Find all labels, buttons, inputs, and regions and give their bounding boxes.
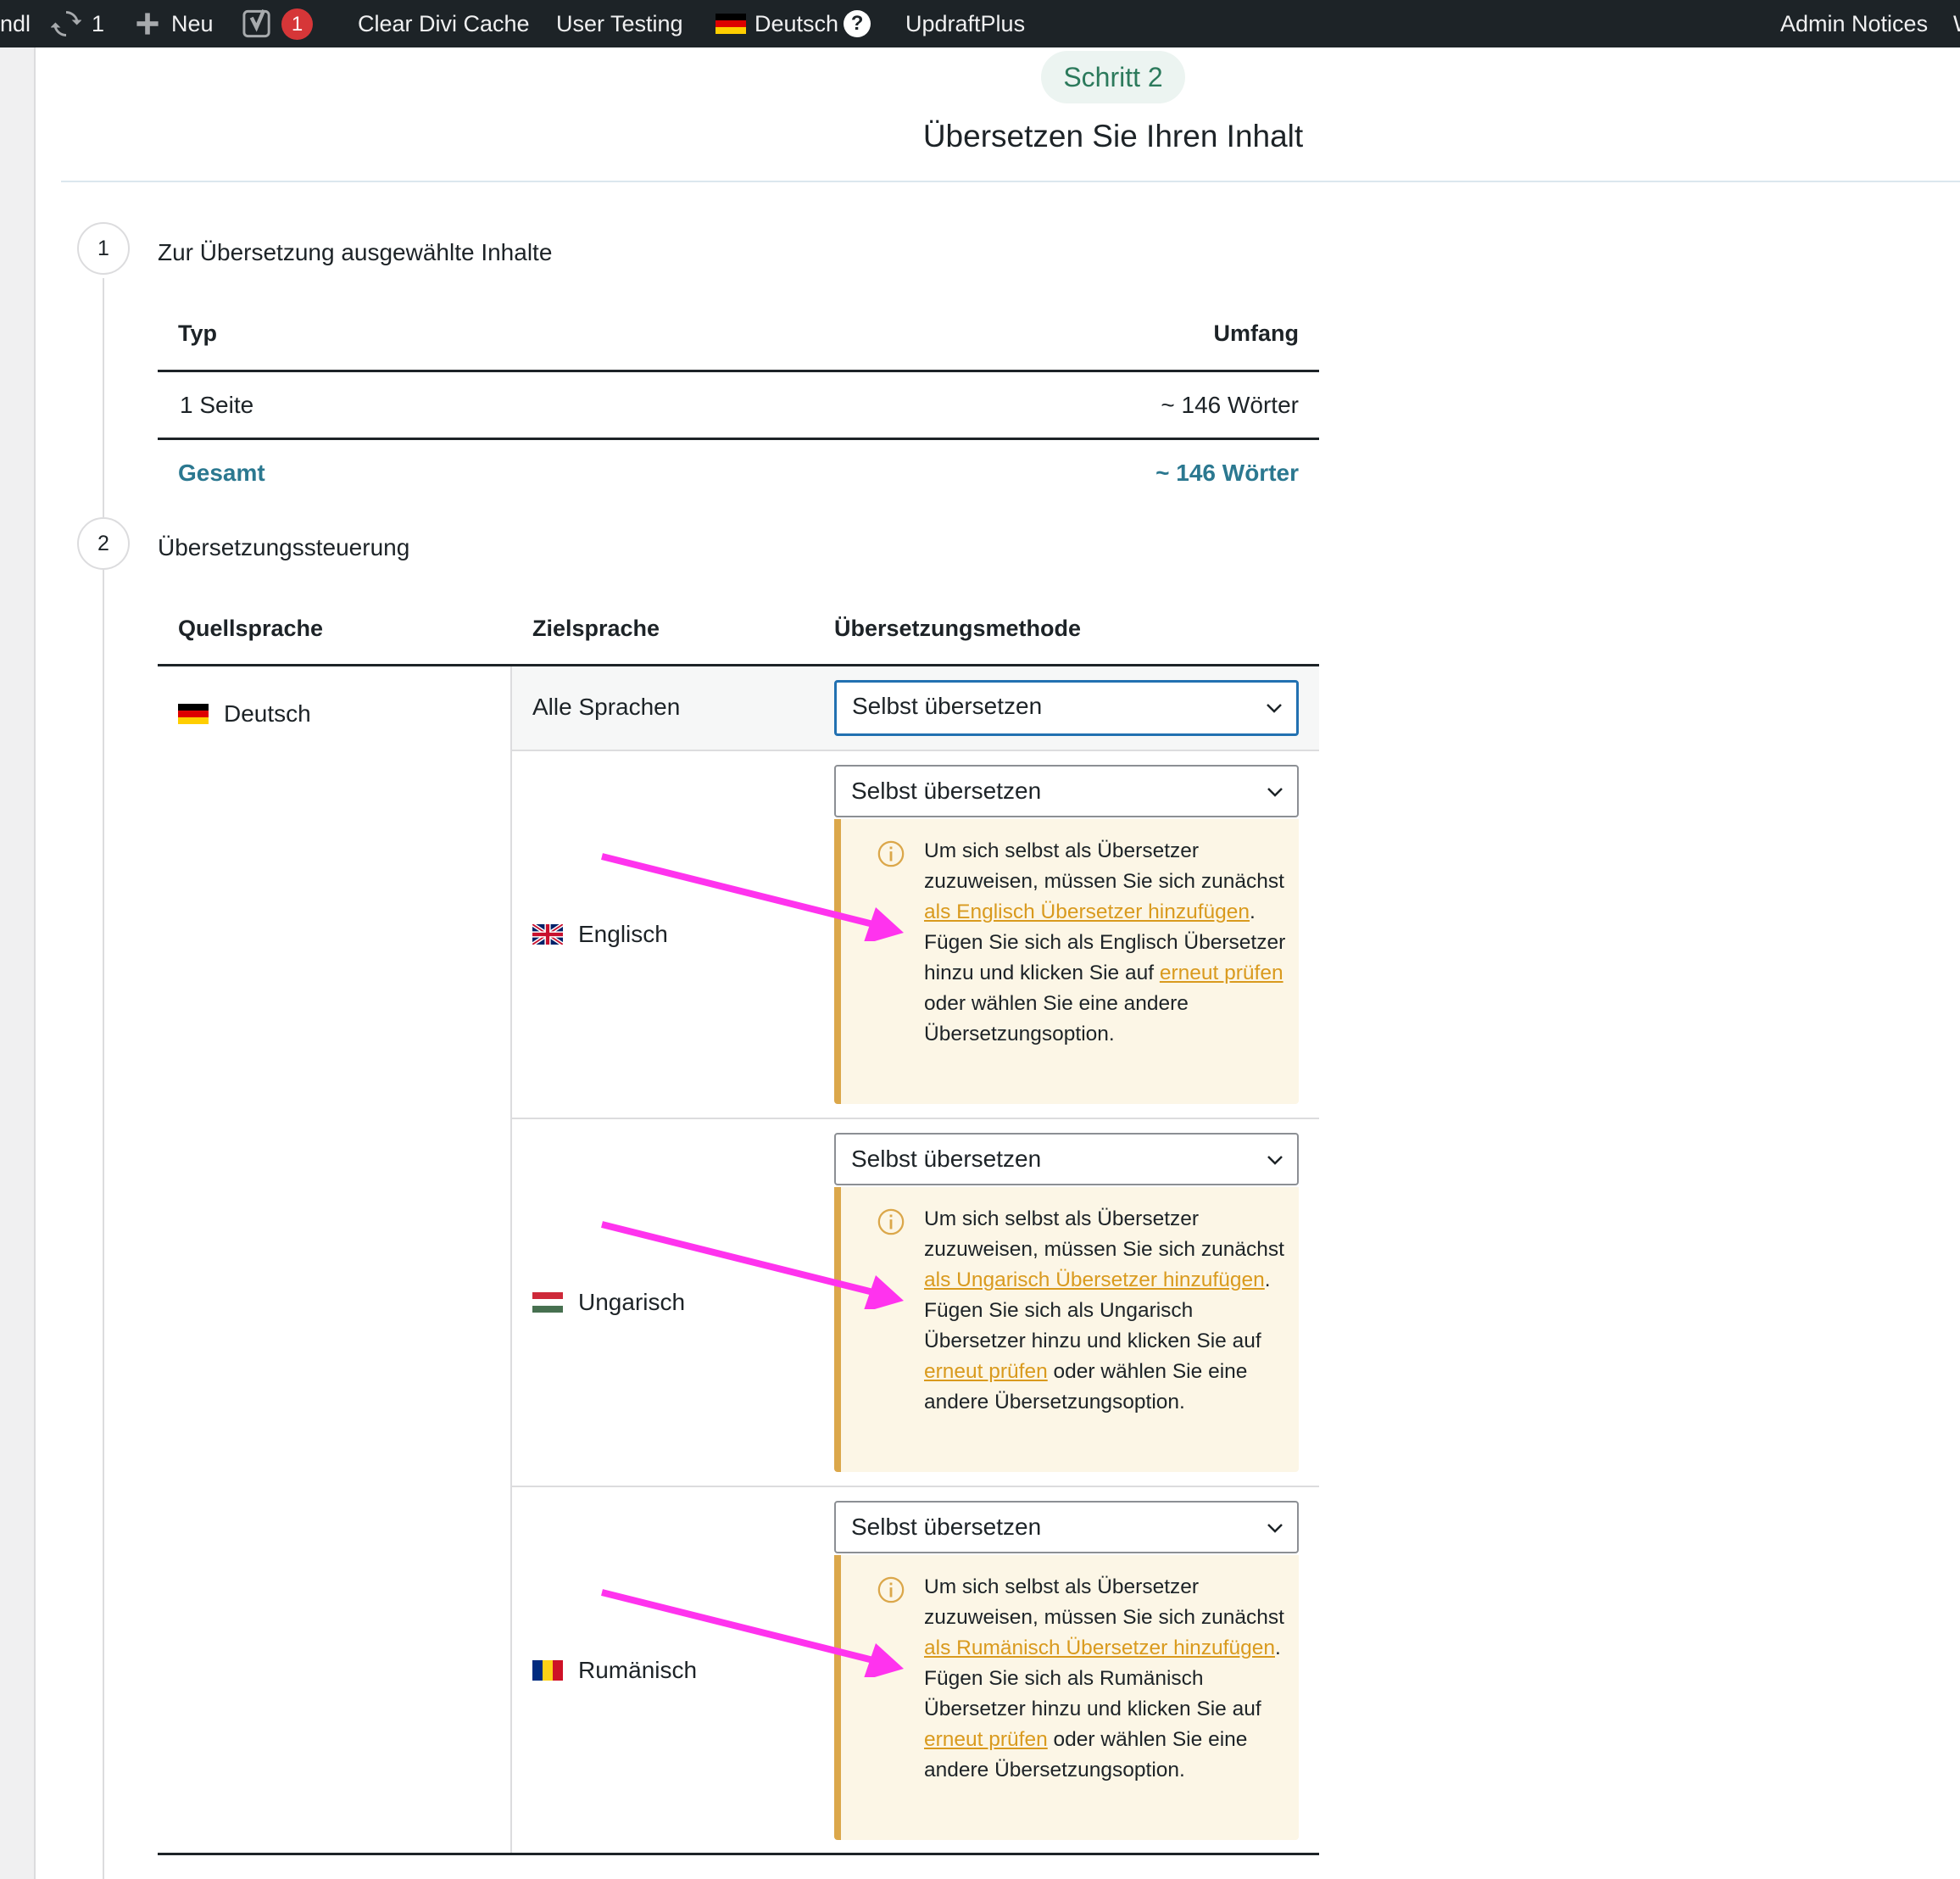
notice-text: Um sich selbst als Übersetzer zuzuweisen… (924, 1572, 1297, 1786)
updraftplus-link[interactable]: UpdraftPlus (905, 0, 1025, 47)
total-label: Gesamt (178, 460, 265, 486)
section-title-translation-control: Übersetzungssteuerung (158, 534, 410, 560)
add-english-translator-link[interactable]: als Englisch Übersetzer hinzufügen (924, 900, 1250, 923)
language-label: Deutsch (754, 11, 839, 36)
arrow-icon (601, 1221, 904, 1309)
all-languages-label: Alle Sprachen (532, 694, 681, 720)
notice-text-3: Fügen Sie sich als Rumänisch Übersetzer … (924, 1667, 1261, 1720)
column-header-method: Übersetzungsmethode (834, 616, 1082, 641)
header-divider (61, 181, 1960, 182)
clear-divi-cache-link[interactable]: Clear Divi Cache (358, 0, 530, 47)
english-method-select[interactable]: Selbst übersetzen (834, 765, 1299, 817)
germany-flag-icon (716, 14, 746, 34)
refresh-icon (51, 8, 81, 39)
step-number-1: 1 (77, 222, 130, 275)
admin-bar-language[interactable]: Deutsch ? (716, 0, 871, 47)
column-header-target-language: Zielsprache (532, 616, 660, 641)
notice-text-2: . (1275, 1636, 1281, 1659)
admin-bar: ndl 1 Neu 1 Clear Divi Cache User Testin… (0, 0, 1960, 47)
yoast-icon (242, 8, 273, 40)
admin-sidebar-edge (0, 47, 36, 1879)
total-value: ~ 146 Wörter (1155, 460, 1299, 486)
recheck-link[interactable]: erneut prüfen (1160, 962, 1283, 984)
germany-flag-icon (178, 704, 224, 724)
arrow-icon (601, 1589, 904, 1677)
column-header-source-language: Quellsprache (178, 616, 324, 641)
plus-icon (136, 12, 159, 36)
arrow-icon (601, 853, 904, 941)
select-value: Selbst übersetzen (851, 1146, 1042, 1172)
updates-count: 1 (92, 11, 105, 36)
table-header-rule (158, 370, 1319, 372)
source-language: Deutsch (178, 700, 311, 728)
section-title-content: Zur Übersetzung ausgewählte Inhalte (158, 239, 553, 265)
row-scope: ~ 146 Wörter (1161, 392, 1299, 418)
row-divider (512, 1486, 1319, 1487)
row-divider (512, 750, 1319, 751)
romania-flag-icon (532, 1660, 578, 1681)
step-number-2: 2 (77, 517, 130, 570)
admin-bar-updates[interactable]: 1 (51, 0, 104, 47)
notice-text: Um sich selbst als Übersetzer zuzuweisen… (924, 836, 1297, 1050)
uk-flag-icon (532, 924, 578, 945)
seo-notification-badge: 1 (281, 8, 313, 40)
step-pill: Schritt 2 (1041, 51, 1185, 103)
admin-bar-overflow[interactable]: W (1953, 0, 1960, 47)
add-romanian-translator-link[interactable]: als Rumänisch Übersetzer hinzufügen (924, 1636, 1275, 1659)
notice-text-1: Um sich selbst als Übersetzer zuzuweisen… (924, 1207, 1284, 1261)
select-value: Selbst übersetzen (851, 1514, 1042, 1540)
recheck-link[interactable]: erneut prüfen (924, 1360, 1048, 1383)
control-table-bottom-rule (158, 1853, 1319, 1855)
admin-bar-site[interactable]: ndl (0, 0, 31, 47)
column-header-type: Typ (178, 321, 217, 346)
source-language-label: Deutsch (224, 700, 311, 727)
notice-text-3: Fügen Sie sich als Ungarisch Übersetzer … (924, 1299, 1261, 1352)
admin-bar-new[interactable]: Neu (136, 0, 214, 47)
romanian-method-select[interactable]: Selbst übersetzen (834, 1501, 1299, 1553)
recheck-link[interactable]: erneut prüfen (924, 1728, 1048, 1751)
admin-notices-link[interactable]: Admin Notices (1780, 0, 1928, 47)
select-value: Selbst übersetzen (852, 693, 1043, 719)
notice-text-2: . (1250, 900, 1256, 923)
select-value: Selbst übersetzen (851, 778, 1042, 804)
notice-text-1: Um sich selbst als Übersetzer zuzuweisen… (924, 1575, 1284, 1629)
user-testing-link[interactable]: User Testing (556, 0, 683, 47)
notice-text-2: . (1264, 1268, 1271, 1291)
all-languages-method-select[interactable]: Selbst übersetzen (834, 680, 1299, 736)
notice-text-4: oder wählen Sie eine andere Übersetzungs… (924, 992, 1189, 1045)
column-header-scope: Umfang (1213, 321, 1300, 346)
site-name-fragment: ndl (0, 11, 31, 36)
row-divider (512, 1118, 1319, 1119)
row-type: 1 Seite (180, 392, 254, 418)
column-divider (510, 666, 512, 1854)
notice-text-1: Um sich selbst als Übersetzer zuzuweisen… (924, 839, 1284, 893)
admin-bar-seo[interactable]: 1 (242, 0, 313, 47)
add-hungarian-translator-link[interactable]: als Ungarisch Übersetzer hinzufügen (924, 1268, 1265, 1291)
help-icon[interactable]: ? (844, 10, 871, 37)
hungarian-method-select[interactable]: Selbst übersetzen (834, 1133, 1299, 1185)
hungary-flag-icon (532, 1292, 578, 1313)
page-title: Übersetzen Sie Ihren Inhalt (922, 119, 1304, 153)
table-total-rule (158, 438, 1319, 440)
notice-text: Um sich selbst als Übersetzer zuzuweisen… (924, 1204, 1297, 1418)
new-label: Neu (171, 11, 214, 36)
